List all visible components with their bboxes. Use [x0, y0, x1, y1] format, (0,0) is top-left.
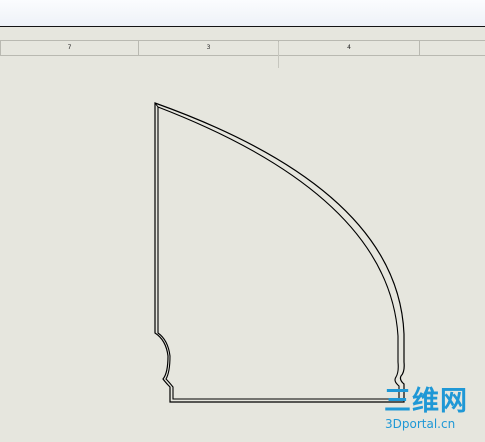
watermark-domain: 3Dportal.cn [385, 417, 456, 431]
sector-outer-profile[interactable] [154, 102, 405, 403]
site-watermark: 三维网 3Dportal.cn [384, 388, 482, 436]
sketch-canvas [154, 102, 405, 403]
sector-inner-profile[interactable] [157, 106, 400, 400]
watermark-logo-text: 三维网 [384, 386, 468, 417]
